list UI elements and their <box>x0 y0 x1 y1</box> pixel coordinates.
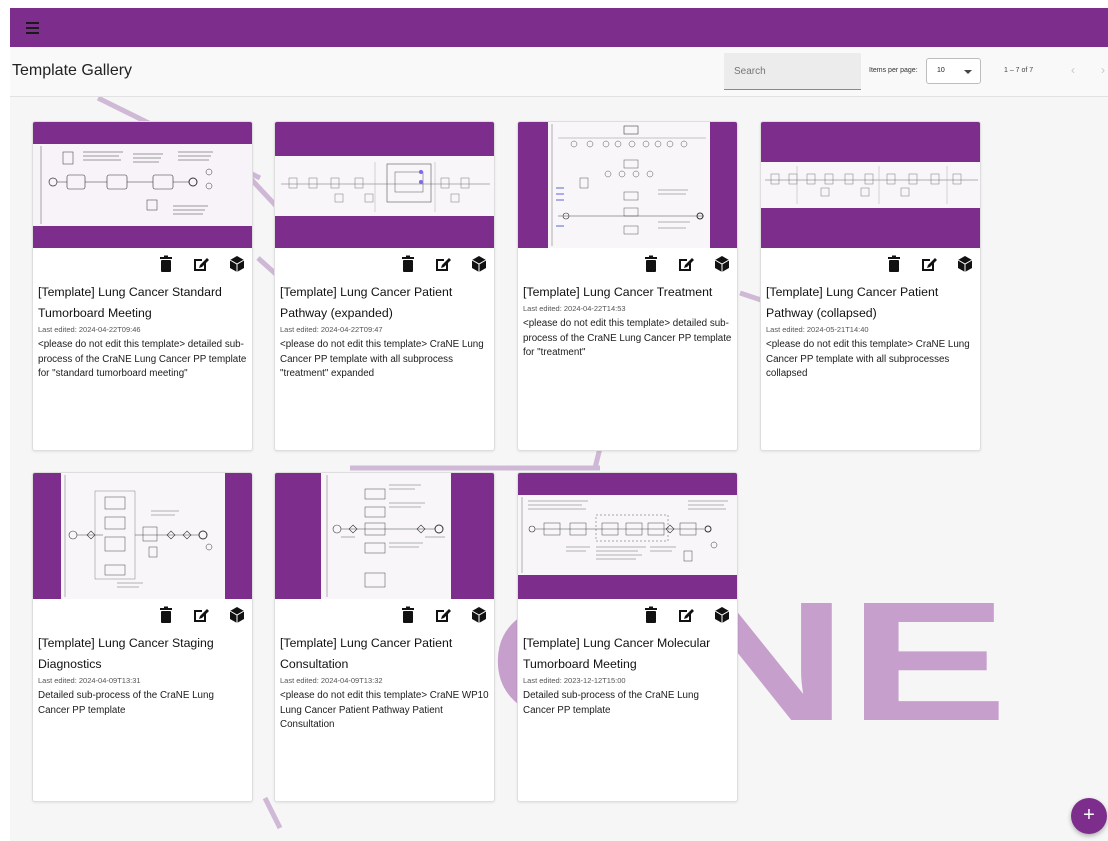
delete-icon[interactable] <box>157 255 175 273</box>
delete-icon[interactable] <box>157 606 175 624</box>
cube-icon[interactable] <box>956 255 974 273</box>
card-description: <please do not edit this template> CraNE… <box>766 339 970 380</box>
cube-icon[interactable] <box>470 255 488 273</box>
search-input[interactable] <box>724 53 861 89</box>
card-description: Detailed sub-process of the CraNE Lung C… <box>38 690 214 716</box>
chevron-down-icon <box>964 70 972 74</box>
edit-icon[interactable] <box>920 255 938 273</box>
template-card[interactable]: [Template] Lung Cancer Molecular Tumorbo… <box>517 472 738 802</box>
card-last-edited: Last edited: 2024-04-22T14:53 <box>523 304 626 313</box>
template-thumbnail[interactable] <box>518 122 737 248</box>
pagination-range: 1 – 7 of 7 <box>1004 67 1034 74</box>
cube-icon[interactable] <box>470 606 488 624</box>
card-description: Detailed sub-process of the CraNE Lung C… <box>523 690 699 716</box>
cube-icon[interactable] <box>713 606 731 624</box>
template-thumbnail[interactable] <box>275 473 494 599</box>
card-title: [Template] Lung Cancer Patient Pathway (… <box>766 285 939 320</box>
template-thumbnail[interactable] <box>33 122 252 248</box>
card-actions <box>761 255 980 275</box>
card-last-edited: Last edited: 2024-04-09T13:31 <box>38 676 141 685</box>
card-actions <box>518 606 737 626</box>
template-thumbnail[interactable] <box>518 473 737 599</box>
delete-icon[interactable] <box>642 255 660 273</box>
card-last-edited: Last edited: 2024-04-22T09:47 <box>280 325 383 334</box>
template-thumbnail[interactable] <box>761 122 980 248</box>
card-last-edited: Last edited: 2023-12-12T15:00 <box>523 676 626 685</box>
card-last-edited: Last edited: 2024-04-09T13:32 <box>280 676 383 685</box>
cube-icon[interactable] <box>228 255 246 273</box>
plus-icon: + <box>1083 804 1095 826</box>
cube-icon[interactable] <box>228 606 246 624</box>
edit-icon[interactable] <box>192 606 210 624</box>
items-per-page-value: 10 <box>937 67 945 74</box>
card-actions <box>33 606 252 626</box>
gallery-header: Template Gallery Items per page: 10 1 – … <box>10 47 1108 97</box>
card-description: <please do not edit this template> detai… <box>38 339 247 380</box>
card-title: [Template] Lung Cancer Molecular Tumorbo… <box>523 636 711 671</box>
page-title: Template Gallery <box>12 62 133 79</box>
card-description: <please do not edit this template> detai… <box>523 318 732 359</box>
card-actions <box>275 606 494 626</box>
card-actions <box>518 255 737 275</box>
card-description: <please do not edit this template> CraNE… <box>280 339 484 380</box>
template-thumbnail[interactable] <box>33 473 252 599</box>
items-per-page-label: Items per page: <box>869 67 918 74</box>
delete-icon[interactable] <box>399 606 417 624</box>
template-card[interactable]: [Template] Lung Cancer Staging Diagnosti… <box>32 472 253 802</box>
edit-icon[interactable] <box>434 255 452 273</box>
card-last-edited: Last edited: 2024-05-21T14:40 <box>766 325 869 334</box>
template-card[interactable]: [Template] Lung Cancer Patient Consultat… <box>274 472 495 802</box>
card-actions <box>33 255 252 275</box>
template-card[interactable]: [Template] Lung Cancer Patient Pathway (… <box>274 121 495 451</box>
delete-icon[interactable] <box>399 255 417 273</box>
previous-page-button[interactable]: ‹ <box>1066 61 1080 79</box>
app-frame: ONE Template Gallery Items per page: 10 … <box>10 8 1108 841</box>
add-template-button[interactable]: + <box>1071 798 1107 834</box>
edit-icon[interactable] <box>677 606 695 624</box>
next-page-button[interactable]: › <box>1096 61 1108 79</box>
cube-icon[interactable] <box>713 255 731 273</box>
top-app-bar <box>10 8 1108 47</box>
template-card[interactable]: [Template] Lung Cancer Treatment Last ed… <box>517 121 738 451</box>
search-field[interactable] <box>724 53 861 90</box>
card-description: <please do not edit this template> CraNE… <box>280 690 489 731</box>
card-title: [Template] Lung Cancer Standard Tumorboa… <box>38 285 222 320</box>
card-last-edited: Last edited: 2024-04-22T09:46 <box>38 325 141 334</box>
hamburger-menu-icon[interactable] <box>22 17 44 39</box>
card-actions <box>275 255 494 275</box>
card-title: [Template] Lung Cancer Staging Diagnosti… <box>38 636 214 671</box>
edit-icon[interactable] <box>434 606 452 624</box>
card-title: [Template] Lung Cancer Patient Pathway (… <box>280 285 453 320</box>
items-per-page-select[interactable]: 10 <box>926 58 981 84</box>
template-card[interactable]: [Template] Lung Cancer Standard Tumorboa… <box>32 121 253 451</box>
delete-icon[interactable] <box>885 255 903 273</box>
delete-icon[interactable] <box>642 606 660 624</box>
edit-icon[interactable] <box>192 255 210 273</box>
card-title: [Template] Lung Cancer Treatment <box>523 285 713 299</box>
template-card[interactable]: [Template] Lung Cancer Patient Pathway (… <box>760 121 981 451</box>
template-thumbnail[interactable] <box>275 122 494 248</box>
edit-icon[interactable] <box>677 255 695 273</box>
card-title: [Template] Lung Cancer Patient Consultat… <box>280 636 453 671</box>
